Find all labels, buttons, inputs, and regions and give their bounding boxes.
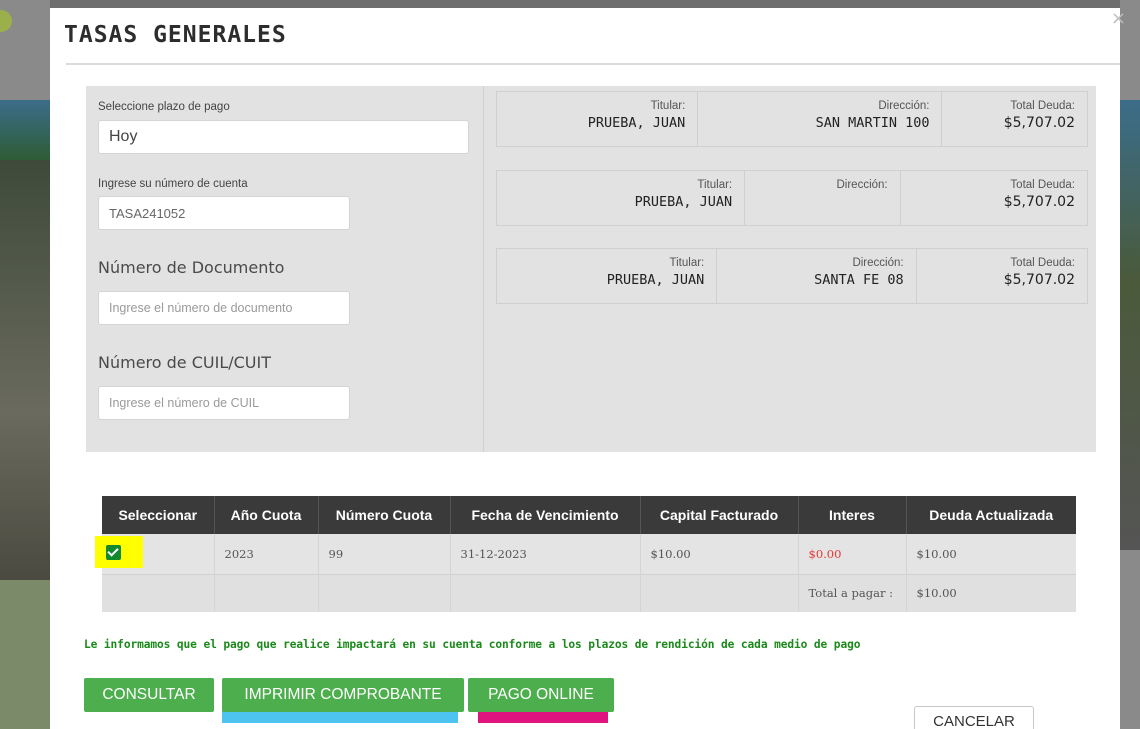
- pago-online-button[interactable]: PAGO ONLINE: [468, 678, 614, 712]
- titular-value: PRUEBA, JUAN: [606, 272, 705, 288]
- form-panel: Seleccione plazo de pago Hoy Ingrese su …: [86, 86, 1096, 452]
- header-deuda: Deuda Actualizada: [906, 496, 1076, 534]
- cancelar-button[interactable]: CANCELAR: [914, 706, 1034, 729]
- tasas-modal: × TASAS GENERALES Seleccione plazo de pa…: [50, 8, 1126, 729]
- cuil-label: Número de CUIL/CUIT: [98, 353, 272, 372]
- deuda-label: Total Deuda:: [1010, 100, 1075, 112]
- direccion-label: Dirección:: [836, 179, 888, 191]
- card-deuda: Total Deuda: $5,707.02: [917, 249, 1087, 303]
- form-left-column: Seleccione plazo de pago Hoy Ingrese su …: [86, 86, 483, 452]
- deuda-value: $5,707.02: [1003, 115, 1075, 131]
- vencimiento-cell: 31-12-2023: [450, 534, 641, 574]
- select-cell: [95, 534, 215, 574]
- imprimir-underline-marker: [222, 711, 458, 723]
- header-capital: Capital Facturado: [640, 496, 799, 534]
- direccion-label: Dirección:: [878, 100, 930, 112]
- direccion-value: SANTA FE 08: [814, 272, 904, 288]
- account-card[interactable]: Titular: PRUEBA, JUAN Dirección: SANTA F…: [496, 248, 1088, 304]
- panel-divider: [483, 86, 484, 452]
- header-anio: Año Cuota: [214, 496, 319, 534]
- background-photo-left: [0, 160, 50, 580]
- select-checkbox[interactable]: [106, 545, 121, 561]
- empty-cell: [318, 573, 451, 612]
- deuda-cell: $10.00: [906, 534, 1076, 574]
- titular-label: Titular:: [650, 100, 686, 112]
- total-label: Total a pagar :: [798, 573, 907, 612]
- documento-placeholder: Ingrese el número de documento: [109, 301, 293, 315]
- deuda-value: $5,707.02: [1003, 272, 1075, 288]
- account-card[interactable]: Titular: PRUEBA, JUAN Dirección: SAN MAR…: [496, 91, 1088, 147]
- background-banner-right: [1120, 100, 1140, 550]
- background-footer-left: [0, 580, 50, 729]
- table-row: 2023 99 31-12-2023 $10.00 $0.00 $10.00: [95, 534, 1076, 574]
- selection-highlight: [95, 536, 143, 569]
- close-icon[interactable]: ×: [1111, 8, 1126, 29]
- capital-cell: $10.00: [640, 534, 799, 574]
- titular-value: PRUEBA, JUAN: [634, 194, 733, 210]
- card-titular: Titular: PRUEBA, JUAN: [497, 92, 699, 146]
- deuda-label: Total Deuda:: [1010, 179, 1075, 191]
- table-header-row: Seleccionar Año Cuota Número Cuota Fecha…: [102, 496, 1076, 534]
- plazo-select[interactable]: Hoy: [98, 120, 469, 154]
- background-footer-right: [1120, 550, 1140, 729]
- card-direccion: Dirección: SANTA FE 08: [717, 249, 917, 303]
- header-seleccionar: Seleccionar: [102, 496, 215, 534]
- modal-title: TASAS GENERALES: [64, 22, 287, 48]
- total-row: Total a pagar : $10.00: [102, 573, 1076, 612]
- direccion-value: SAN MARTIN 100: [815, 115, 930, 131]
- card-direccion: Dirección: SAN MARTIN 100: [698, 92, 943, 146]
- card-deuda: Total Deuda: $5,707.02: [901, 171, 1087, 225]
- title-divider: [66, 63, 1120, 65]
- consultar-button[interactable]: CONSULTAR: [84, 678, 214, 712]
- cuotas-table: Seleccionar Año Cuota Número Cuota Fecha…: [95, 496, 1076, 612]
- direccion-value: [745, 191, 887, 194]
- header-numero: Número Cuota: [318, 496, 451, 534]
- interes-cell: $0.00: [798, 534, 907, 574]
- documento-label: Número de Documento: [98, 258, 285, 277]
- card-deuda: Total Deuda: $5,707.02: [942, 92, 1087, 146]
- card-titular: Titular: PRUEBA, JUAN: [497, 249, 718, 303]
- deuda-label: Total Deuda:: [1010, 257, 1075, 269]
- empty-cell: [450, 573, 641, 612]
- titular-label: Titular:: [669, 257, 705, 269]
- numero-cell: 99: [318, 534, 451, 574]
- anio-cell: 2023: [214, 534, 319, 574]
- header-interes: Interes: [798, 496, 907, 534]
- cuenta-label: Ingrese su número de cuenta: [98, 178, 248, 190]
- plazo-label: Seleccione plazo de pago: [98, 101, 230, 113]
- documento-input[interactable]: Ingrese el número de documento: [98, 291, 350, 325]
- empty-cell: [640, 573, 799, 612]
- direccion-label: Dirección:: [852, 257, 904, 269]
- total-value: $10.00: [906, 573, 1076, 612]
- cuenta-value: TASA241052: [109, 205, 186, 221]
- plazo-value: Hoy: [109, 128, 138, 145]
- account-card[interactable]: Titular: PRUEBA, JUAN Dirección: Total D…: [496, 170, 1088, 226]
- cuil-input[interactable]: Ingrese el número de CUIL: [98, 386, 350, 420]
- cuenta-input[interactable]: TASA241052: [98, 196, 350, 230]
- cuil-placeholder: Ingrese el número de CUIL: [109, 396, 260, 410]
- deuda-value: $5,707.02: [1003, 194, 1075, 210]
- empty-cell: [102, 573, 215, 612]
- titular-label: Titular:: [697, 179, 733, 191]
- imprimir-comprobante-button[interactable]: IMPRIMIR COMPROBANTE: [222, 678, 464, 712]
- card-direccion: Dirección:: [745, 171, 901, 225]
- titular-value: PRUEBA, JUAN: [587, 115, 686, 131]
- card-titular: Titular: PRUEBA, JUAN: [497, 171, 746, 225]
- payment-notice: Le informamos que el pago que realice im…: [84, 638, 861, 651]
- header-vencimiento: Fecha de Vencimiento: [450, 496, 641, 534]
- background-banner-left: [0, 100, 50, 160]
- empty-cell: [214, 573, 319, 612]
